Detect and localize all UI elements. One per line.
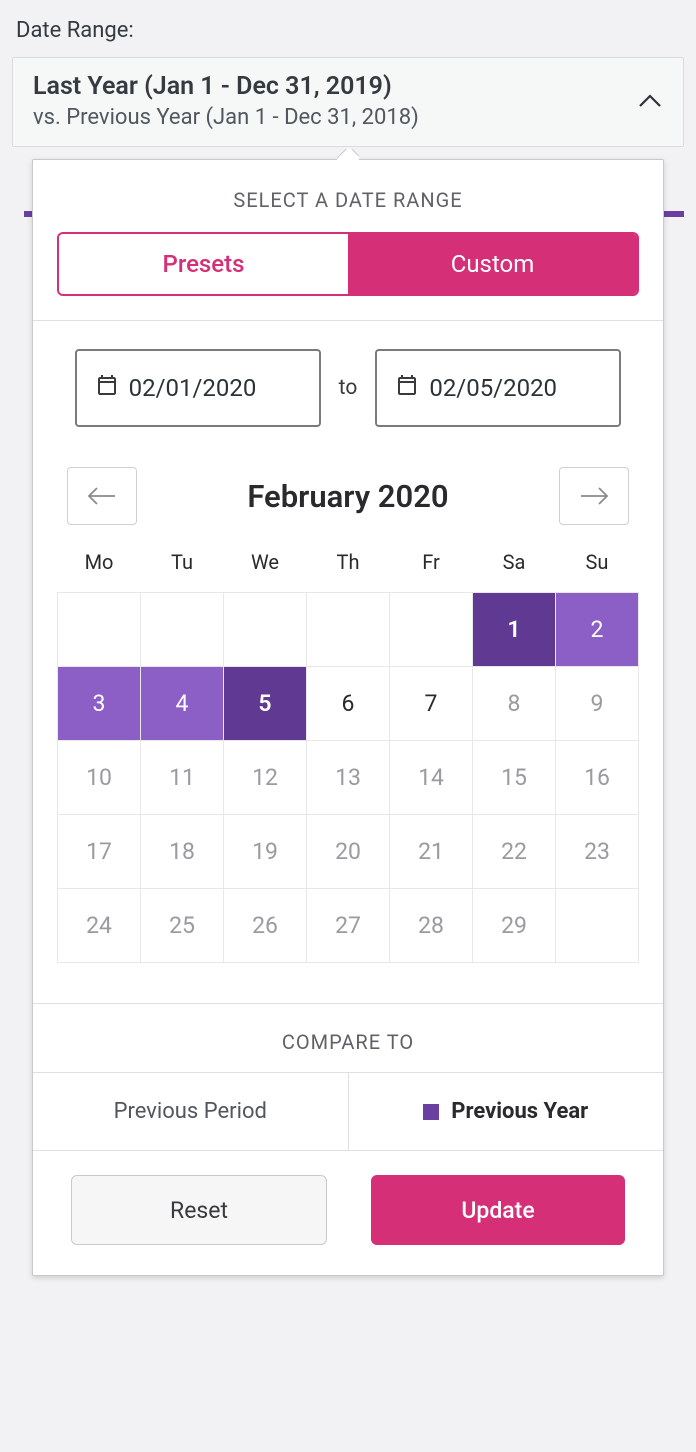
calendar-day[interactable]: 15 (473, 741, 556, 815)
selected-range-compare: vs. Previous Year (Jan 1 - Dec 31, 2018) (33, 105, 419, 130)
calendar-day[interactable]: 22 (473, 815, 556, 889)
calendar-day (390, 593, 473, 667)
weekday-header: Su (556, 549, 639, 593)
tab-presets[interactable]: Presets (59, 234, 348, 294)
calendar-icon (395, 373, 419, 403)
end-date-input[interactable]: 02/05/2020 (375, 349, 621, 427)
start-date-input[interactable]: 02/01/2020 (75, 349, 321, 427)
calendar-day[interactable]: 23 (556, 815, 639, 889)
calendar-day[interactable]: 7 (390, 667, 473, 741)
weekday-header: Tu (141, 549, 224, 593)
calendar-day[interactable]: 17 (58, 815, 141, 889)
date-separator: to (339, 376, 358, 400)
calendar-day[interactable]: 20 (307, 815, 390, 889)
calendar-day (224, 593, 307, 667)
dropdown-title: SELECT A DATE RANGE (57, 188, 639, 212)
start-date-value: 02/01/2020 (129, 374, 257, 402)
calendar-day[interactable]: 3 (58, 667, 141, 741)
end-date-value: 02/05/2020 (429, 374, 557, 402)
prev-month-button[interactable] (67, 467, 137, 525)
calendar-day[interactable]: 16 (556, 741, 639, 815)
calendar-day[interactable]: 29 (473, 889, 556, 963)
calendar-day (141, 593, 224, 667)
tab-custom[interactable]: Custom (348, 234, 637, 294)
weekday-header: We (224, 549, 307, 593)
calendar-day[interactable]: 6 (307, 667, 390, 741)
calendar-day[interactable]: 10 (58, 741, 141, 815)
weekday-header: Mo (58, 549, 141, 593)
next-month-button[interactable] (559, 467, 629, 525)
calendar-day[interactable]: 5 (224, 667, 307, 741)
reset-button[interactable]: Reset (71, 1175, 327, 1245)
weekday-header: Sa (473, 549, 556, 593)
calendar-day[interactable]: 4 (141, 667, 224, 741)
calendar-grid: MoTuWeThFrSaSu 1234567891011121314151617… (57, 549, 639, 963)
calendar-day[interactable]: 24 (58, 889, 141, 963)
update-button[interactable]: Update (371, 1175, 625, 1245)
calendar-day[interactable]: 18 (141, 815, 224, 889)
calendar-day (556, 889, 639, 963)
compare-previous-year-label: Previous Year (451, 1099, 588, 1124)
selected-range-primary: Last Year (Jan 1 - Dec 31, 2019) (33, 72, 419, 101)
compare-previous-year[interactable]: Previous Year (348, 1073, 664, 1150)
calendar-day[interactable]: 11 (141, 741, 224, 815)
compare-to-label: COMPARE TO (33, 1003, 663, 1072)
calendar-day (58, 593, 141, 667)
calendar-day[interactable]: 25 (141, 889, 224, 963)
calendar-day[interactable]: 21 (390, 815, 473, 889)
tab-segmented-control: Presets Custom (57, 232, 639, 296)
month-label: February 2020 (247, 478, 448, 515)
date-range-dropdown: SELECT A DATE RANGE Presets Custom 02/01… (32, 159, 664, 1276)
calendar-day[interactable]: 28 (390, 889, 473, 963)
compare-previous-period-label: Previous Period (114, 1099, 267, 1124)
calendar-day[interactable]: 13 (307, 741, 390, 815)
calendar-day[interactable]: 14 (390, 741, 473, 815)
calendar-day[interactable]: 12 (224, 741, 307, 815)
weekday-header: Fr (390, 549, 473, 593)
calendar-day[interactable]: 9 (556, 667, 639, 741)
calendar-day[interactable]: 8 (473, 667, 556, 741)
compare-previous-period[interactable]: Previous Period (33, 1073, 348, 1150)
calendar-day[interactable]: 19 (224, 815, 307, 889)
calendar-day[interactable]: 27 (307, 889, 390, 963)
chevron-up-icon[interactable] (637, 88, 663, 114)
date-range-label: Date Range: (16, 18, 684, 43)
calendar-day[interactable]: 26 (224, 889, 307, 963)
calendar-day[interactable]: 2 (556, 593, 639, 667)
compare-swatch-icon (423, 1104, 439, 1120)
dropdown-caret-icon (337, 149, 359, 160)
calendar-icon (95, 373, 119, 403)
date-range-header[interactable]: Last Year (Jan 1 - Dec 31, 2019) vs. Pre… (12, 57, 684, 147)
calendar-day[interactable]: 1 (473, 593, 556, 667)
weekday-header: Th (307, 549, 390, 593)
calendar-day (307, 593, 390, 667)
